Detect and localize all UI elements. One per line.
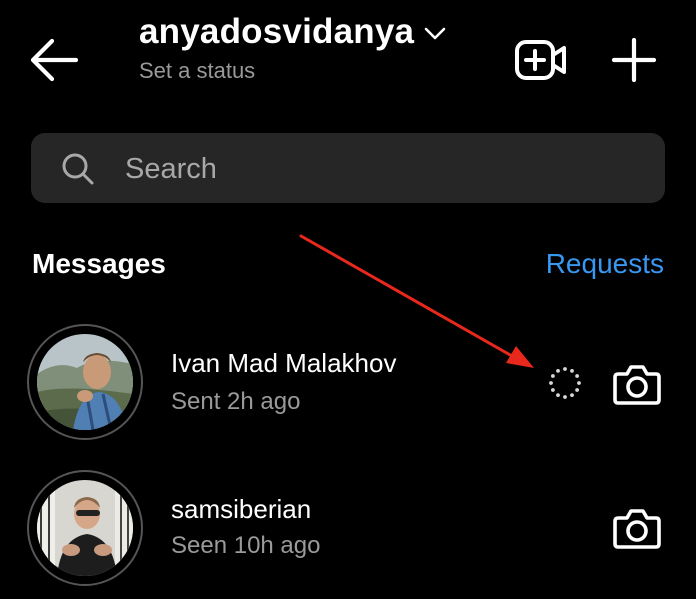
- camera-icon: [613, 509, 661, 549]
- avatar[interactable]: [37, 480, 133, 576]
- search-icon: [62, 153, 94, 185]
- plus-icon: [611, 37, 657, 83]
- thread-row[interactable]: samsiberian Seen 10h ago: [0, 466, 696, 596]
- thread-row[interactable]: Ivan Mad Malakhov Sent 2h ago: [0, 320, 696, 450]
- search-bar[interactable]: [31, 133, 665, 203]
- avatar-ring: [27, 324, 143, 440]
- avatar-ring: [27, 470, 143, 586]
- header: anyadosvidanya Set a status: [0, 0, 696, 120]
- account-username: anyadosvidanya: [139, 12, 415, 51]
- thread-name: samsiberian: [171, 494, 312, 524]
- account-switcher[interactable]: anyadosvidanya Set a status: [139, 10, 446, 86]
- camera-icon: [613, 365, 661, 405]
- avatar-photo: [37, 334, 133, 430]
- messages-heading: Messages: [32, 248, 166, 279]
- chevron-down-icon: [424, 27, 446, 40]
- camera-button[interactable]: [612, 504, 662, 552]
- video-call-icon: [515, 40, 566, 80]
- set-status-link[interactable]: Set a status: [139, 56, 446, 86]
- thread-status: Seen 10h ago: [171, 532, 321, 559]
- direct-messages-screen: anyadosvidanya Set a status Search Messa…: [0, 0, 696, 599]
- loading-icon: [549, 367, 581, 399]
- avatar-photo: [37, 480, 133, 576]
- requests-link[interactable]: Requests: [546, 248, 664, 280]
- thread-name: Ivan Mad Malakhov: [171, 348, 397, 378]
- back-arrow-icon: [30, 38, 79, 82]
- camera-button[interactable]: [612, 360, 662, 408]
- new-video-call-button[interactable]: [514, 38, 568, 84]
- avatar[interactable]: [37, 334, 133, 430]
- new-message-button[interactable]: [610, 36, 658, 84]
- search-input[interactable]: [123, 147, 627, 191]
- back-button[interactable]: [28, 36, 80, 84]
- thread-status: Sent 2h ago: [171, 388, 301, 415]
